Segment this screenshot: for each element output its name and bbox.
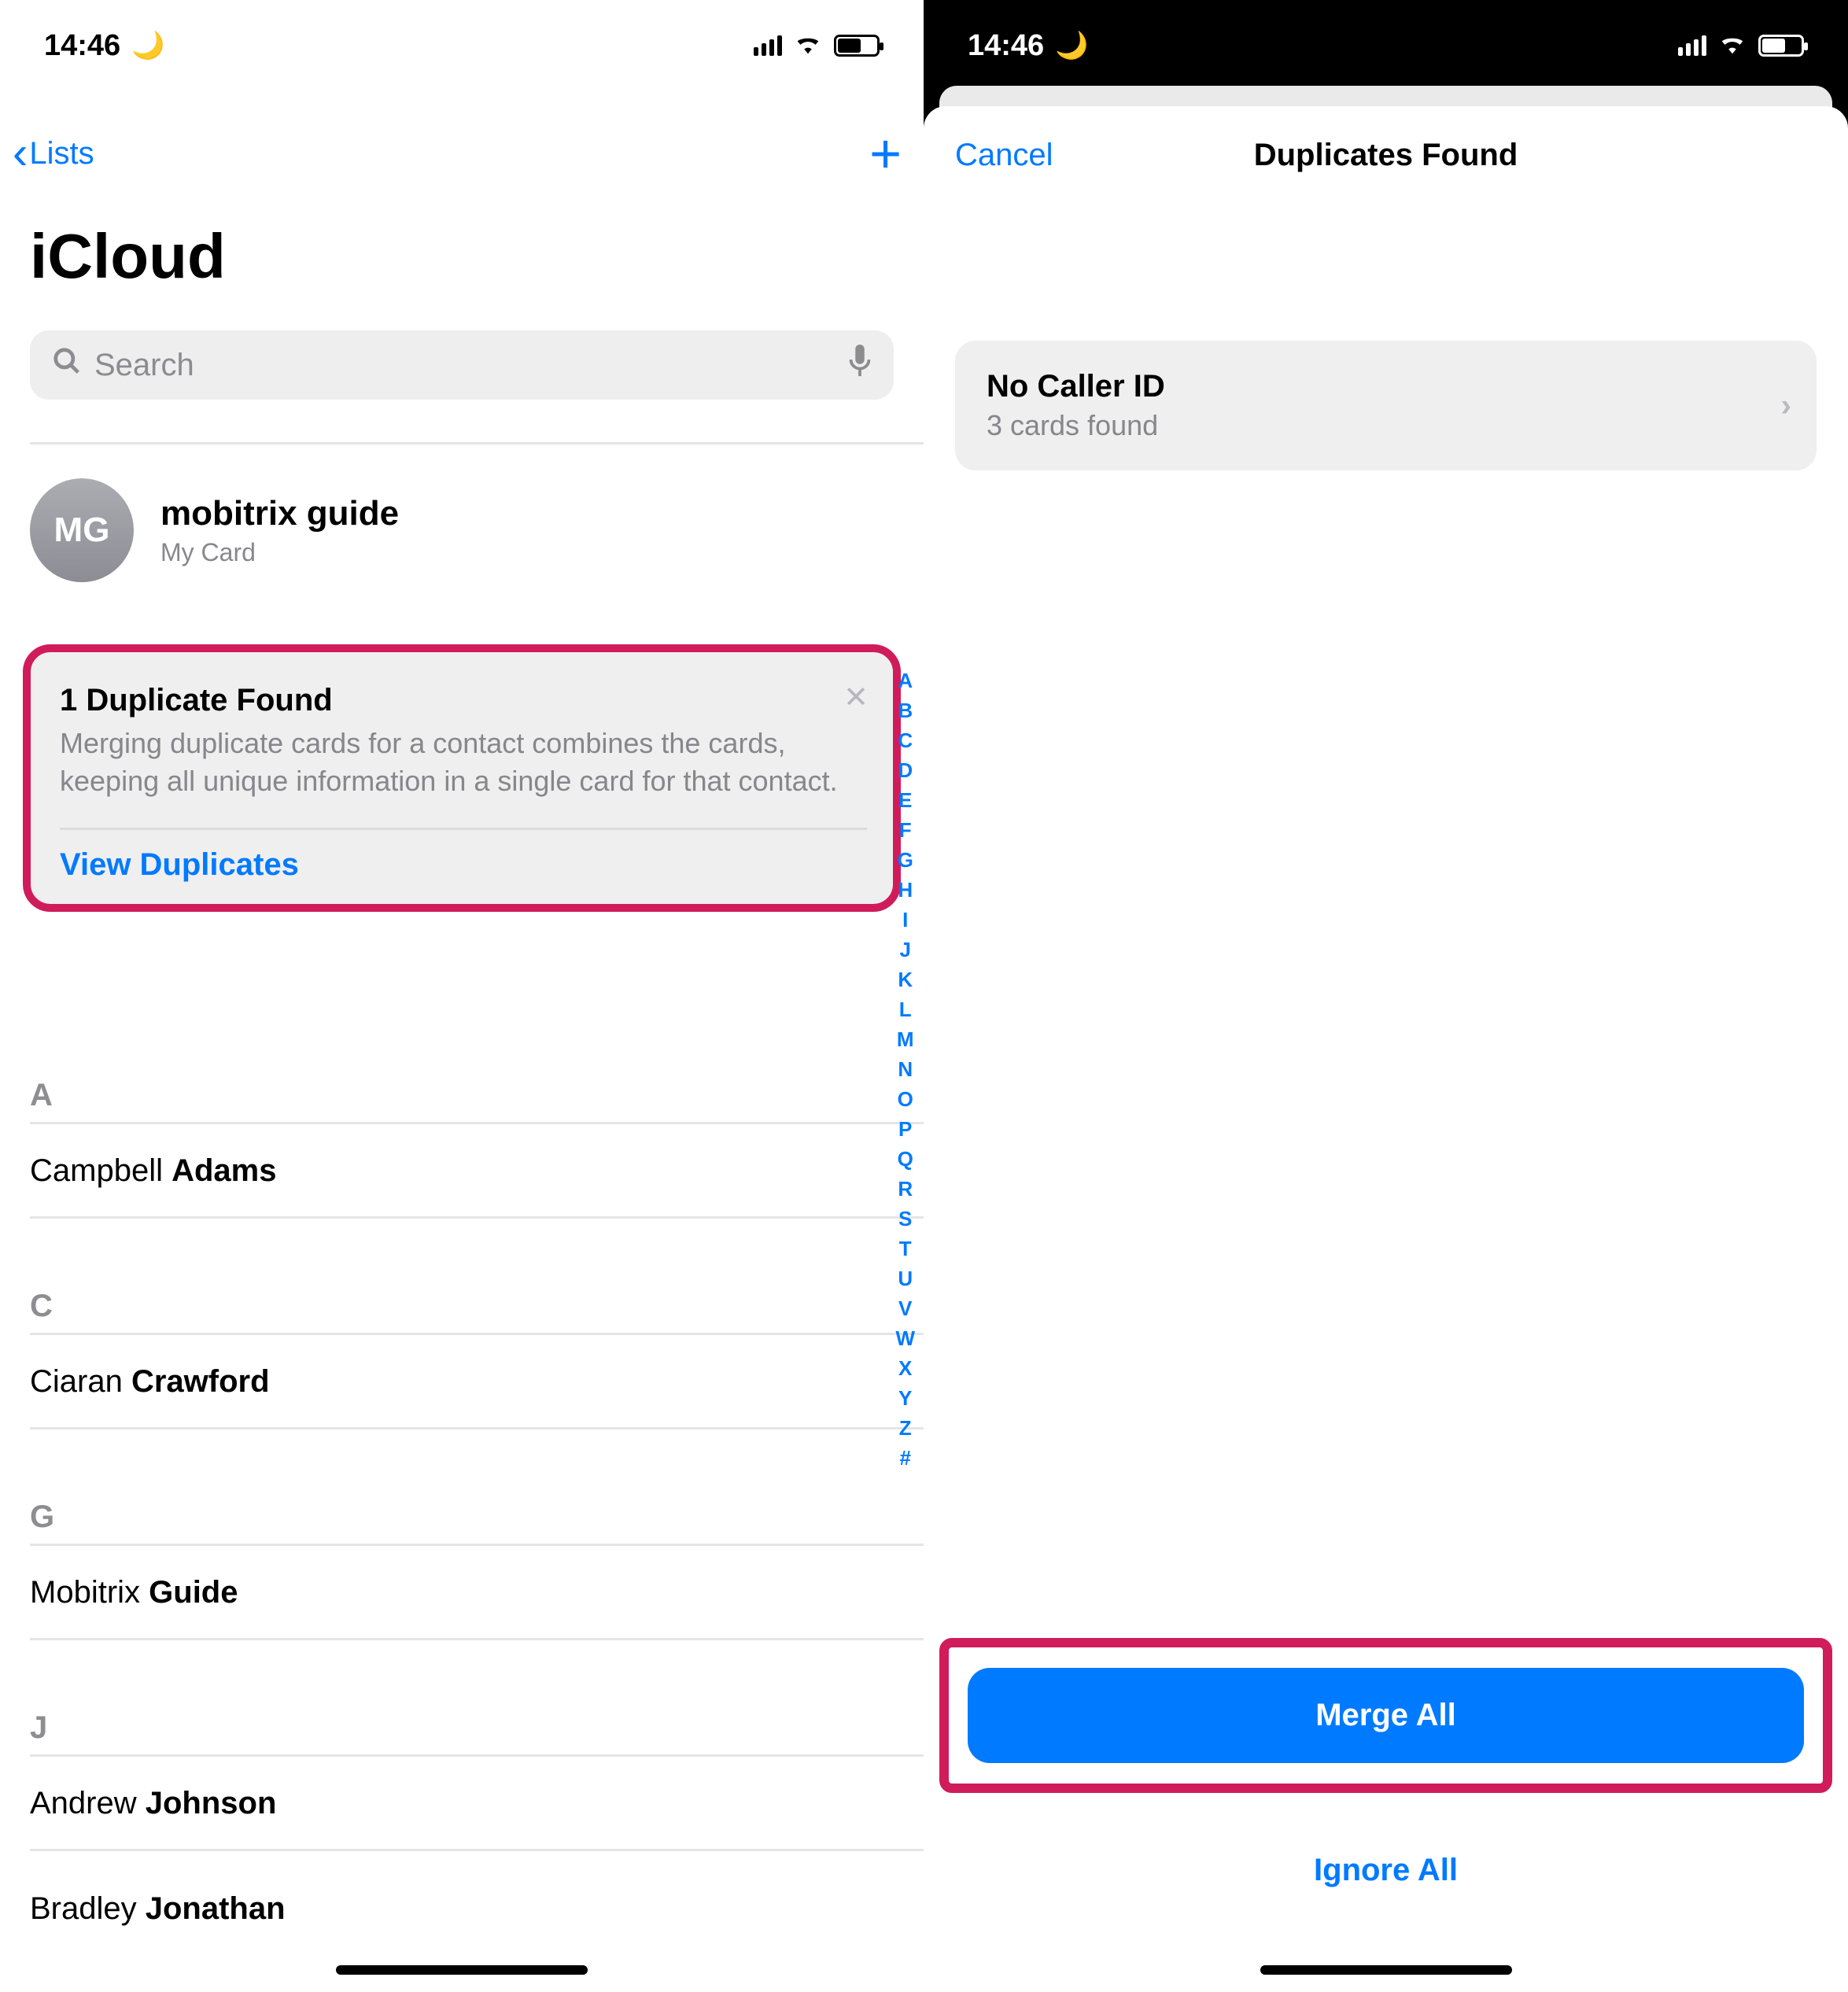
- index-letter[interactable]: U: [895, 1267, 915, 1291]
- modal-title: Duplicates Found: [1254, 138, 1518, 173]
- index-letter[interactable]: H: [895, 878, 915, 902]
- wifi-icon: [1717, 31, 1747, 61]
- mic-icon[interactable]: [848, 345, 872, 385]
- index-letter[interactable]: X: [895, 1356, 915, 1381]
- divider: [30, 442, 924, 445]
- index-letter[interactable]: I: [895, 908, 915, 932]
- contact-row[interactable]: Ciaran Crawford: [30, 1364, 924, 1400]
- index-letter[interactable]: W: [895, 1326, 915, 1351]
- my-card-row[interactable]: MG mobitrix guide My Card: [30, 478, 894, 582]
- index-letter[interactable]: G: [895, 848, 915, 872]
- search-placeholder: Search: [94, 348, 835, 383]
- section-header-j: J: [30, 1710, 924, 1746]
- index-letter[interactable]: N: [895, 1057, 915, 1082]
- modal-sheet: Cancel Duplicates Found No Caller ID 3 c…: [924, 106, 1848, 1992]
- status-bar: 14:46 🌙: [924, 27, 1848, 65]
- index-letter[interactable]: Y: [895, 1386, 915, 1411]
- duplicate-group-row[interactable]: No Caller ID 3 cards found ›: [955, 341, 1817, 470]
- index-letter[interactable]: Z: [895, 1416, 915, 1441]
- index-letter[interactable]: Q: [895, 1147, 915, 1171]
- close-icon[interactable]: ✕: [843, 680, 869, 715]
- duplicate-group-count: 3 cards found: [987, 409, 1760, 442]
- index-letter[interactable]: L: [895, 998, 915, 1022]
- cell-signal-icon: [1678, 35, 1706, 56]
- index-letter[interactable]: B: [895, 699, 915, 723]
- duplicate-group-name: No Caller ID: [987, 369, 1760, 404]
- home-indicator[interactable]: [1260, 1965, 1512, 1975]
- nav-bar: ‹ Lists +: [0, 130, 924, 177]
- my-card-subtitle: My Card: [160, 538, 399, 567]
- index-letter[interactable]: V: [895, 1297, 915, 1321]
- cell-signal-icon: [754, 35, 782, 56]
- section-header-g: G: [30, 1500, 924, 1535]
- index-letter[interactable]: F: [895, 818, 915, 843]
- search-icon: [52, 346, 82, 384]
- home-indicator[interactable]: [336, 1965, 588, 1975]
- search-input[interactable]: Search: [30, 330, 894, 400]
- status-time: 14:46: [968, 29, 1044, 63]
- index-letter[interactable]: E: [895, 788, 915, 813]
- contacts-list-screen: 14:46 🌙 ‹ Lists + iCloud Search MG: [0, 0, 924, 1992]
- merge-all-highlight: Merge All: [949, 1647, 1823, 1784]
- index-letter[interactable]: R: [895, 1177, 915, 1201]
- back-button[interactable]: ‹ Lists: [13, 131, 94, 176]
- view-duplicates-button[interactable]: View Duplicates: [60, 847, 867, 883]
- modal-nav-bar: Cancel Duplicates Found: [924, 133, 1848, 177]
- chevron-left-icon: ‹: [13, 131, 28, 176]
- index-letter[interactable]: O: [895, 1087, 915, 1112]
- duplicates-modal-screen: 14:46 🌙 Cancel Duplicates Found No Calle…: [924, 0, 1848, 1992]
- section-header-a: A: [30, 1078, 924, 1113]
- index-letter[interactable]: C: [895, 729, 915, 753]
- alpha-index[interactable]: ABCDEFGHIJKLMNOPQRSTUVWXYZ #: [895, 669, 915, 1470]
- contact-row[interactable]: Bradley Jonathan: [30, 1891, 924, 1927]
- do-not-disturb-icon: 🌙: [1055, 30, 1088, 61]
- index-letter[interactable]: A: [895, 669, 915, 693]
- index-letter[interactable]: M: [895, 1027, 915, 1052]
- duplicates-title: 1 Duplicate Found: [60, 683, 867, 718]
- index-letter[interactable]: #: [895, 1446, 915, 1470]
- status-time: 14:46: [44, 29, 120, 63]
- section-header-c: C: [30, 1289, 924, 1324]
- index-letter[interactable]: P: [895, 1117, 915, 1142]
- page-title: iCloud: [30, 220, 226, 293]
- contact-row[interactable]: Andrew Johnson: [30, 1786, 924, 1821]
- battery-icon: [1758, 35, 1804, 57]
- ignore-all-button[interactable]: Ignore All: [924, 1853, 1848, 1888]
- divider: [60, 828, 867, 830]
- wifi-icon: [793, 31, 823, 61]
- chevron-right-icon: ›: [1781, 388, 1791, 423]
- duplicates-description: Merging duplicate cards for a contact co…: [60, 725, 867, 799]
- status-bar: 14:46 🌙: [0, 27, 924, 65]
- contact-row[interactable]: Mobitrix Guide: [30, 1575, 924, 1610]
- my-card-name: mobitrix guide: [160, 494, 399, 533]
- index-letter[interactable]: T: [895, 1237, 915, 1261]
- duplicates-banner: ✕ 1 Duplicate Found Merging duplicate ca…: [27, 648, 897, 908]
- merge-all-button[interactable]: Merge All: [968, 1668, 1804, 1763]
- index-letter[interactable]: D: [895, 758, 915, 783]
- index-letter[interactable]: K: [895, 968, 915, 992]
- contact-row[interactable]: Campbell Adams: [30, 1153, 924, 1189]
- cancel-button[interactable]: Cancel: [955, 138, 1053, 173]
- index-letter[interactable]: S: [895, 1207, 915, 1231]
- do-not-disturb-icon: 🌙: [131, 30, 164, 61]
- back-label: Lists: [29, 136, 94, 172]
- add-contact-button[interactable]: +: [869, 126, 902, 181]
- index-letter[interactable]: J: [895, 938, 915, 962]
- avatar: MG: [30, 478, 134, 582]
- battery-icon: [834, 35, 880, 57]
